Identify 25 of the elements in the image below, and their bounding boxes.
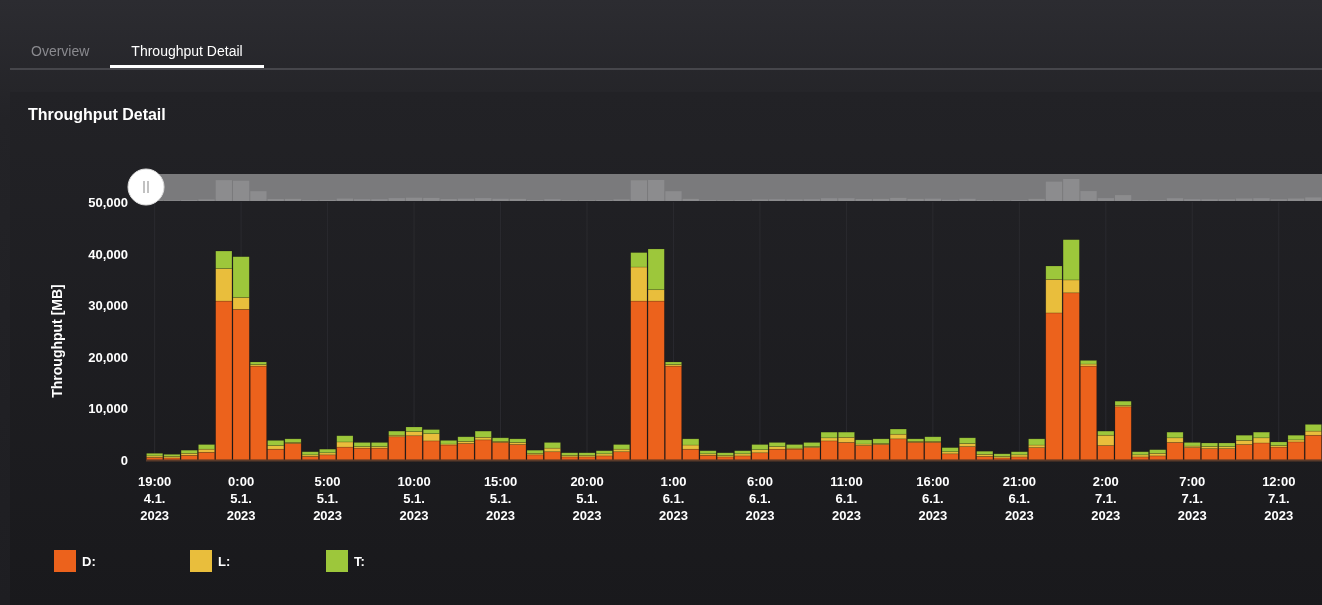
x-axis-label: 19:00 4.1. 2023 (138, 474, 172, 523)
panel-title: Throughput Detail (28, 106, 167, 124)
x-axis-label: 6:00 6.1. 2023 (745, 474, 775, 523)
x-axis-label: 20:00 5.1. 2023 (570, 474, 604, 523)
x-axis-label: 7:00 7.1. 2023 (1177, 474, 1207, 523)
y-axis-label: 20,000 (88, 349, 128, 365)
x-axis-label: 10:00 5.1. 2023 (397, 474, 431, 523)
legend-label: T: (354, 553, 365, 569)
x-axis-label: 0:00 5.1. 2023 (226, 474, 256, 523)
legend-label: L: (218, 553, 231, 569)
y-axis-label: 50,000 (88, 195, 128, 210)
x-axis-label: 2:00 7.1. 2023 (1091, 474, 1121, 523)
x-axis-label: 1:00 6.1. 2023 (659, 474, 688, 523)
legend-label: D: (82, 553, 96, 569)
x-axis-label: 21:00 6.1. 2023 (1002, 474, 1036, 523)
y-axis-label: 30,000 (88, 298, 128, 314)
y-axis-title: Throughput [MB] (49, 284, 65, 398)
y-axis-label: 0 (120, 453, 128, 468)
x-axis-label: 15:00 5.1. 2023 (483, 474, 518, 523)
x-axis-label: 5:00 5.1. 2023 (313, 474, 343, 523)
y-axis-label: 40,000 (88, 246, 128, 262)
x-axis-label: 11:00 6.1. 2023 (830, 474, 863, 523)
x-axis-label: 12:00 7.1. 2023 (1262, 474, 1296, 523)
y-axis-label: 10,000 (88, 401, 128, 417)
x-axis-label: 16:00 6.1. 2023 (916, 474, 950, 523)
